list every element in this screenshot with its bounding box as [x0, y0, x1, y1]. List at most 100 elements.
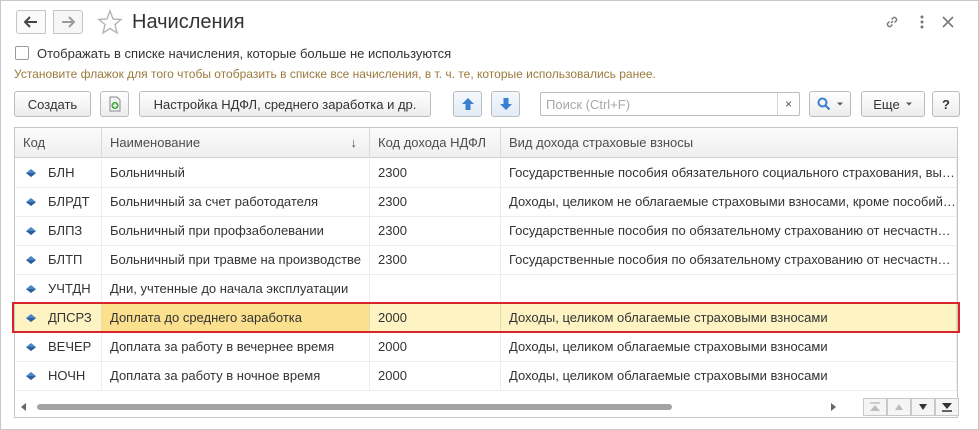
scroll-down-button[interactable]: [911, 398, 935, 416]
cell-name: Больничный за счет работодателя: [102, 188, 370, 216]
cell-ndfl-code: 2000: [370, 333, 501, 361]
move-up-button[interactable]: [453, 91, 482, 117]
accrual-item-icon: [26, 227, 36, 235]
cell-name: Больничный при травме на производстве: [102, 246, 370, 274]
create-button-label: Создать: [27, 96, 78, 112]
table-row[interactable]: УЧТДН Дни, учтенные до начала эксплуатаци…: [15, 275, 957, 304]
cell-name: Доплата за работу в вечернее время: [102, 333, 370, 361]
cell-name: Больничный: [102, 159, 370, 187]
cell-insurance-type: Государственные пособия по обязательному…: [501, 246, 957, 274]
triangle-down-icon: [919, 404, 927, 410]
arrow-right-icon: [62, 16, 75, 28]
cell-ndfl-code: [370, 275, 501, 303]
menu-button[interactable]: [911, 11, 933, 33]
filter-hint: Установите флажок для того чтобы отобраз…: [14, 67, 656, 81]
accrual-item-icon: [26, 314, 36, 322]
cell-ndfl-code: 2000: [370, 304, 501, 332]
show-unused-label: Отображать в списке начисления, которые …: [37, 45, 452, 61]
more-button-label: Еще: [873, 96, 900, 112]
help-button[interactable]: ?: [932, 91, 960, 117]
cell-ndfl-code: 2000: [370, 362, 501, 390]
cell-insurance-type: Государственные пособия обязательного со…: [501, 159, 957, 187]
scroll-up-button[interactable]: [887, 398, 911, 416]
more-vertical-icon: [920, 15, 924, 29]
search-icon: [817, 97, 830, 111]
cell-insurance-type: Государственные пособия по обязательному…: [501, 217, 957, 245]
accrual-item-icon: [26, 256, 36, 264]
table-row[interactable]: ДПСРЗ Доплата до среднего заработка 2000 До…: [15, 304, 957, 333]
arrow-up-icon: [461, 98, 474, 110]
accrual-item-icon: [26, 169, 36, 177]
arrow-down-icon: [499, 98, 512, 110]
show-unused-filter[interactable]: Отображать в списке начисления, которые …: [15, 44, 451, 62]
table-row[interactable]: НОЧН Доплата за работу в ночное время 2000…: [15, 362, 957, 391]
create-button[interactable]: Создать: [14, 91, 91, 117]
search-placeholder: Поиск (Ctrl+F): [546, 97, 631, 112]
cell-insurance-type: [501, 275, 957, 303]
scroll-right-icon: [831, 403, 836, 411]
forward-button[interactable]: [53, 10, 83, 34]
accruals-table: Код Наименование ↓ Код дохода НДФЛ Вид д…: [14, 127, 958, 418]
cell-name: Доплата до среднего заработка: [102, 304, 370, 332]
table-row[interactable]: БЛН Больничный 2300 Государственные пособия…: [15, 159, 957, 188]
chevron-down-icon: [905, 102, 912, 106]
close-button[interactable]: [937, 11, 959, 33]
scroll-left-icon: [21, 403, 26, 411]
cell-insurance-type: Доходы, целиком облагаемые страховыми вз…: [501, 333, 957, 361]
scrollbar-thumb[interactable]: [37, 404, 672, 410]
accrual-item-icon: [26, 285, 36, 293]
accrual-item-icon: [26, 343, 36, 351]
show-unused-checkbox[interactable]: [15, 46, 29, 60]
add-copy-icon: [109, 96, 120, 112]
horizontal-scrollbar[interactable]: [15, 400, 841, 414]
column-header-name-label: Наименование: [110, 135, 201, 150]
table-header: Код Наименование ↓ Код дохода НДФЛ Вид д…: [15, 128, 957, 158]
search-clear-label: ×: [784, 97, 792, 111]
column-header-ndfl-code[interactable]: Код дохода НДФЛ: [370, 128, 501, 158]
cell-name: Дни, учтенные до начала эксплуатации: [102, 275, 370, 303]
star-icon: [97, 9, 123, 35]
cell-ndfl-code: 2300: [370, 159, 501, 187]
close-icon: [942, 16, 954, 28]
table-row[interactable]: БЛРДТ Больничный за счет работодателя 2300…: [15, 188, 957, 217]
cell-ndfl-code: 2300: [370, 246, 501, 274]
triangle-up-icon: [895, 404, 903, 410]
cell-insurance-type: Доходы, целиком облагаемые страховыми вз…: [501, 362, 957, 390]
table-row[interactable]: БЛПЗ Больничный при профзаболевании 2300 Го…: [15, 217, 957, 246]
favorite-button[interactable]: [97, 9, 123, 35]
more-button[interactable]: Еще: [861, 91, 925, 117]
search-clear-button[interactable]: ×: [777, 93, 799, 115]
column-header-insurance-type[interactable]: Вид дохода страховые взносы: [501, 128, 957, 158]
cell-ndfl-code: 2300: [370, 217, 501, 245]
link-button[interactable]: [881, 11, 903, 33]
accrual-item-icon: [26, 372, 36, 380]
table-row[interactable]: БЛТП Больничный при травме на производств…: [15, 246, 957, 275]
arrow-left-icon: [24, 16, 37, 28]
scroll-to-bottom-button[interactable]: [935, 398, 959, 416]
cell-insurance-type: Доходы, целиком не облагаемые страховыми…: [501, 188, 957, 216]
link-icon: [886, 16, 898, 28]
scroll-to-bottom-icon: [942, 403, 952, 412]
column-header-code[interactable]: Код: [15, 128, 102, 158]
scroll-to-top-icon: [870, 402, 880, 411]
back-button[interactable]: [16, 10, 46, 34]
ndfl-settings-button[interactable]: Настройка НДФЛ, среднего заработка и др.: [139, 91, 431, 117]
accruals-window: Начисления Отображать в списке начислени…: [0, 0, 979, 430]
cell-name: Больничный при профзаболевании: [102, 217, 370, 245]
search-input[interactable]: Поиск (Ctrl+F) ×: [540, 92, 800, 116]
table-row[interactable]: ВЕЧЕР Доплата за работу в вечернее время 2…: [15, 333, 957, 362]
page-title: Начисления: [132, 11, 245, 33]
chevron-down-icon: [836, 102, 843, 106]
title-bar: Начисления: [1, 1, 978, 41]
scroll-to-top-button[interactable]: [863, 398, 887, 416]
accrual-item-icon: [26, 198, 36, 206]
cell-ndfl-code: 2300: [370, 188, 501, 216]
column-header-name[interactable]: Наименование ↓: [102, 128, 370, 158]
copy-button[interactable]: [100, 91, 129, 117]
cell-insurance-type: Доходы, целиком облагаемые страховыми вз…: [501, 304, 957, 332]
help-button-label: ?: [942, 96, 950, 112]
search-button[interactable]: [809, 91, 851, 117]
move-down-button[interactable]: [491, 91, 520, 117]
ndfl-settings-label: Настройка НДФЛ, среднего заработка и др.: [153, 96, 417, 112]
cell-name: Доплата за работу в ночное время: [102, 362, 370, 390]
